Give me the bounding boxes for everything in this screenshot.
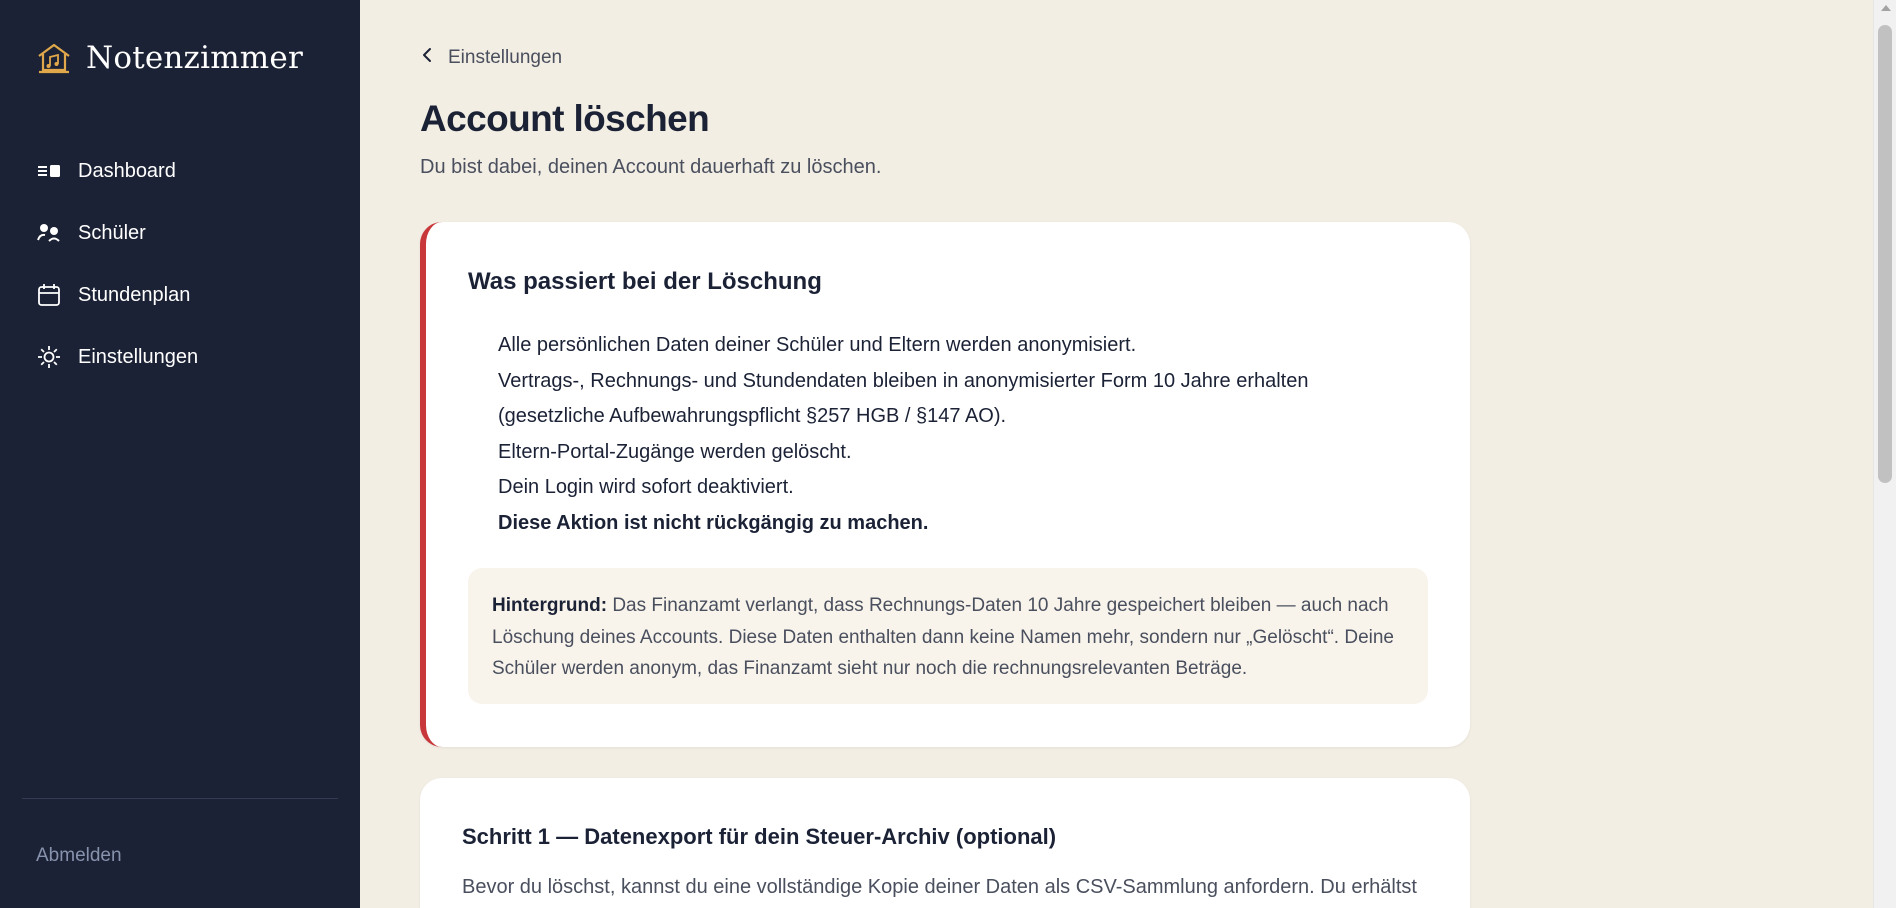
students-icon [36,220,62,246]
scroll-up-arrow-icon[interactable] [1881,5,1891,11]
settings-icon [36,344,62,370]
logout-link[interactable]: Abmelden [36,845,122,867]
sidebar-item-label: Schüler [78,221,146,244]
scrollbar[interactable] [1873,0,1896,908]
background-label: Hintergrund: [492,595,608,616]
sidebar-item-label: Stundenplan [78,283,191,306]
breadcrumb[interactable]: Einstellungen [420,46,562,70]
deletion-warning-card: Was passiert bei der Löschung Alle persö… [420,222,1470,747]
background-text: Das Finanzamt verlangt, dass Rechnungs-D… [492,595,1394,679]
warning-card-title: Was passiert bei der Löschung [468,268,822,295]
breadcrumb-label: Einstellungen [448,47,563,68]
sidebar-nav: Dashboard Schüler Stundenplan Einstellun… [36,140,336,388]
brand[interactable]: Notenzimmer [36,40,303,76]
sidebar: Notenzimmer Dashboard Schüler Stundenpla… [0,0,360,908]
page-subtitle: Du bist dabei, deinen Account dauerhaft … [420,156,882,178]
chevron-left-icon [420,46,434,70]
step1-text: Bevor du löschst, kannst du eine vollstä… [462,876,1417,898]
page-title: Account löschen [420,98,710,139]
list-item: Alle persönlichen Daten deiner Schüler u… [498,334,1137,356]
sidebar-item-schedule[interactable]: Stundenplan [36,264,336,326]
sidebar-item-students[interactable]: Schüler [36,202,336,264]
music-house-logo-icon [36,40,72,76]
irreversible-warning: Diese Aktion ist nicht rückgängig zu mac… [498,511,929,534]
sidebar-item-label: Dashboard [78,159,176,182]
sidebar-item-dashboard[interactable]: Dashboard [36,140,336,202]
calendar-icon [36,282,62,308]
scroll-thumb[interactable] [1878,25,1892,483]
consequences-list: Alle persönlichen Daten deiner Schüler u… [498,328,1398,542]
background-info-box: Hintergrund: Das Finanzamt verlangt, das… [468,568,1428,704]
brand-name: Notenzimmer [86,40,303,76]
sidebar-item-label: Einstellungen [78,345,199,368]
sidebar-item-settings[interactable]: Einstellungen [36,326,336,388]
sidebar-divider [22,798,338,799]
export-step-card: Schritt 1 — Datenexport für dein Steuer-… [420,778,1470,908]
step1-title: Schritt 1 — Datenexport für dein Steuer-… [462,824,1057,849]
dashboard-icon [36,158,62,184]
list-item: Vertrags-, Rechnungs- und Stundendaten b… [498,369,1309,428]
list-item: Eltern-Portal-Zugänge werden gelöscht. [498,440,852,463]
list-item: Dein Login wird sofort deaktiviert. [498,476,794,499]
